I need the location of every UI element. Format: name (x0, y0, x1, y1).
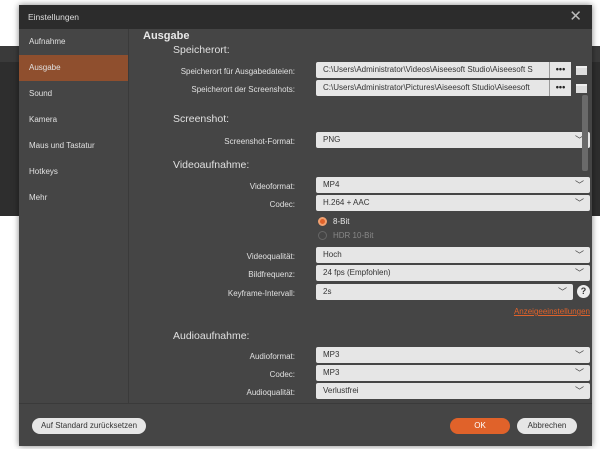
close-icon[interactable]: ✕ (569, 9, 582, 24)
sidebar-item-ausgabe[interactable]: Ausgabe (19, 55, 128, 81)
section-title: Ausgabe (143, 30, 190, 42)
audio-quality-value: Verlustfrei (323, 386, 359, 395)
speicherort-heading: Speicherort: (173, 44, 230, 56)
video-codec-value: H.264 + AAC (323, 198, 370, 207)
video-codec-select[interactable]: H.264 + AAC ﹀ (316, 195, 590, 211)
scrollbar[interactable] (582, 29, 588, 403)
audio-codec-label: Codec: (269, 370, 295, 379)
video-quality-value: Hoch (323, 250, 342, 259)
video-format-value: MP4 (323, 180, 340, 189)
video-format-label: Videoformat: (249, 182, 295, 191)
settings-content: Ausgabe Speicherort: Speicherort für Aus… (130, 29, 592, 403)
sidebar-item-hotkeys[interactable]: Hotkeys (19, 159, 128, 185)
audio-codec-select[interactable]: MP3 ﹀ (316, 365, 590, 381)
output-path-label: Speicherort für Ausgabedateien: (180, 67, 295, 76)
screenshot-path-field[interactable]: C:\Users\Administrator\Pictures\Aiseesof… (316, 80, 556, 96)
framerate-value: 24 fps (Empfohlen) (323, 268, 391, 277)
output-path-field[interactable]: C:\Users\Administrator\Videos\Aiseesoft … (316, 62, 556, 78)
title-bar: Einstellungen ✕ (19, 5, 592, 29)
video-heading: Videoaufnahme: (173, 159, 250, 171)
keyframe-select[interactable]: 2s ﹀ (316, 284, 573, 300)
radio-hdr10bit (318, 231, 327, 240)
sidebar-item-maus-tastatur[interactable]: Maus und Tastatur (19, 133, 128, 159)
output-path-browse-button[interactable]: ••• (549, 62, 571, 78)
radio-8bit-label: 8-Bit (333, 217, 350, 226)
audio-codec-value: MP3 (323, 368, 340, 377)
audio-quality-label: Audioqualität: (246, 388, 295, 397)
screenshot-format-select[interactable]: PNG ﹀ (316, 132, 590, 148)
screenshot-format-label: Screenshot-Format: (224, 137, 295, 146)
radio-8bit[interactable] (318, 217, 327, 226)
video-format-select[interactable]: MP4 ﹀ (316, 177, 590, 193)
screenshot-path-browse-button[interactable]: ••• (549, 80, 571, 96)
dialog-title: Einstellungen (28, 12, 80, 22)
display-settings-link[interactable]: Anzeigeeinstellungen (514, 307, 590, 316)
sidebar-item-mehr[interactable]: Mehr (19, 185, 128, 211)
audio-format-select[interactable]: MP3 ﹀ (316, 347, 590, 363)
keyframe-label: Keyframe-Intervall: (227, 289, 295, 298)
screenshot-format-value: PNG (323, 135, 341, 144)
framerate-label: Bildfrequenz: (248, 270, 295, 279)
sidebar: Aufnahme Ausgabe Sound Kamera Maus und T… (19, 29, 129, 403)
audio-format-label: Audioformat: (249, 352, 295, 361)
audio-heading: Audioaufnahme: (173, 330, 250, 342)
screenshot-path-label: Speicherort der Screenshots: (191, 85, 295, 94)
video-quality-select[interactable]: Hoch ﹀ (316, 247, 590, 263)
settings-dialog: Einstellungen ✕ Aufnahme Ausgabe Sound K… (19, 5, 592, 446)
sidebar-item-kamera[interactable]: Kamera (19, 107, 128, 133)
sidebar-item-sound[interactable]: Sound (19, 81, 128, 107)
audio-quality-select[interactable]: Verlustfrei ﹀ (316, 383, 590, 399)
reset-defaults-button[interactable]: Auf Standard zurücksetzen (32, 418, 146, 434)
video-codec-label: Codec: (269, 200, 295, 209)
audio-format-value: MP3 (323, 350, 340, 359)
radio-hdr10bit-label: HDR 10-Bit (333, 231, 374, 240)
keyframe-value: 2s (323, 287, 332, 296)
chevron-down-icon: ﹀ (557, 287, 567, 297)
scrollbar-thumb[interactable] (582, 95, 588, 171)
ok-button[interactable]: OK (450, 418, 510, 434)
cancel-button[interactable]: Abbrechen (517, 418, 577, 434)
sidebar-item-aufnahme[interactable]: Aufnahme (19, 29, 128, 55)
framerate-select[interactable]: 24 fps (Empfohlen) ﹀ (316, 265, 590, 281)
screenshot-heading: Screenshot: (173, 113, 230, 125)
dialog-footer: Auf Standard zurücksetzen OK Abbrechen (19, 403, 592, 446)
video-quality-label: Videoqualität: (246, 252, 295, 261)
